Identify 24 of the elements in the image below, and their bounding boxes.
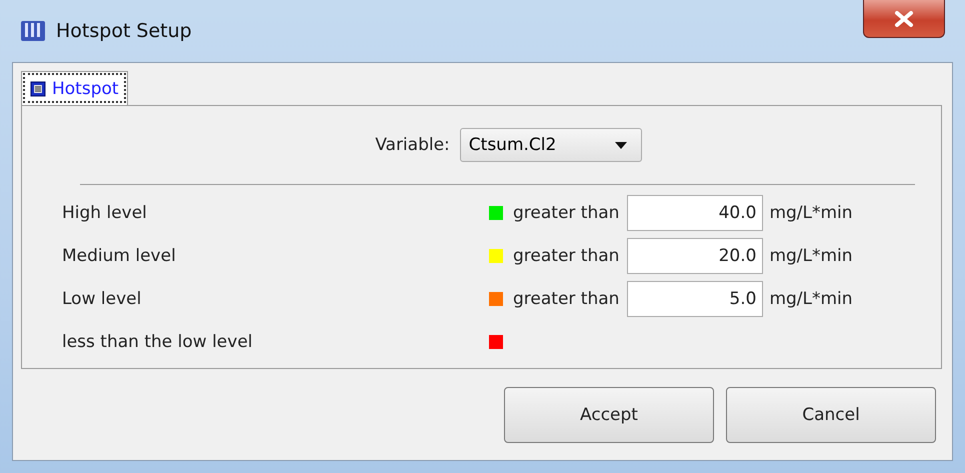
unit-label: mg/L*min <box>769 246 853 266</box>
level-label: less than the low level <box>62 332 254 352</box>
threshold-field[interactable]: 40.0 <box>627 195 764 231</box>
caret-icon <box>614 142 627 148</box>
unit-label: mg/L*min <box>769 203 853 223</box>
document-icon <box>30 80 46 96</box>
tab[interactable]: Hotspot <box>21 71 128 105</box>
level-label: High level <box>62 203 148 223</box>
unit-label: mg/L*min <box>769 289 853 309</box>
accept-button[interactable]: Accept <box>504 387 714 443</box>
app-icon <box>20 19 46 43</box>
level-label: Low level <box>62 289 142 309</box>
comparison-label: greater than <box>513 203 620 223</box>
cancel-button[interactable]: Cancel <box>726 387 936 443</box>
close-button[interactable] <box>863 0 945 38</box>
variable-dropdown[interactable]: Ctsum.Cl2 <box>460 128 642 162</box>
threshold-field[interactable]: 20.0 <box>627 238 764 274</box>
window-title: Hotspot Setup <box>56 20 192 42</box>
variable-label: Variable: <box>375 135 450 155</box>
threshold-field[interactable]: 5.0 <box>627 281 764 317</box>
comparison-label: greater than <box>513 246 620 266</box>
comparison-label: greater than <box>513 289 620 309</box>
close-icon <box>894 10 914 26</box>
level-label: Medium level <box>62 246 177 266</box>
